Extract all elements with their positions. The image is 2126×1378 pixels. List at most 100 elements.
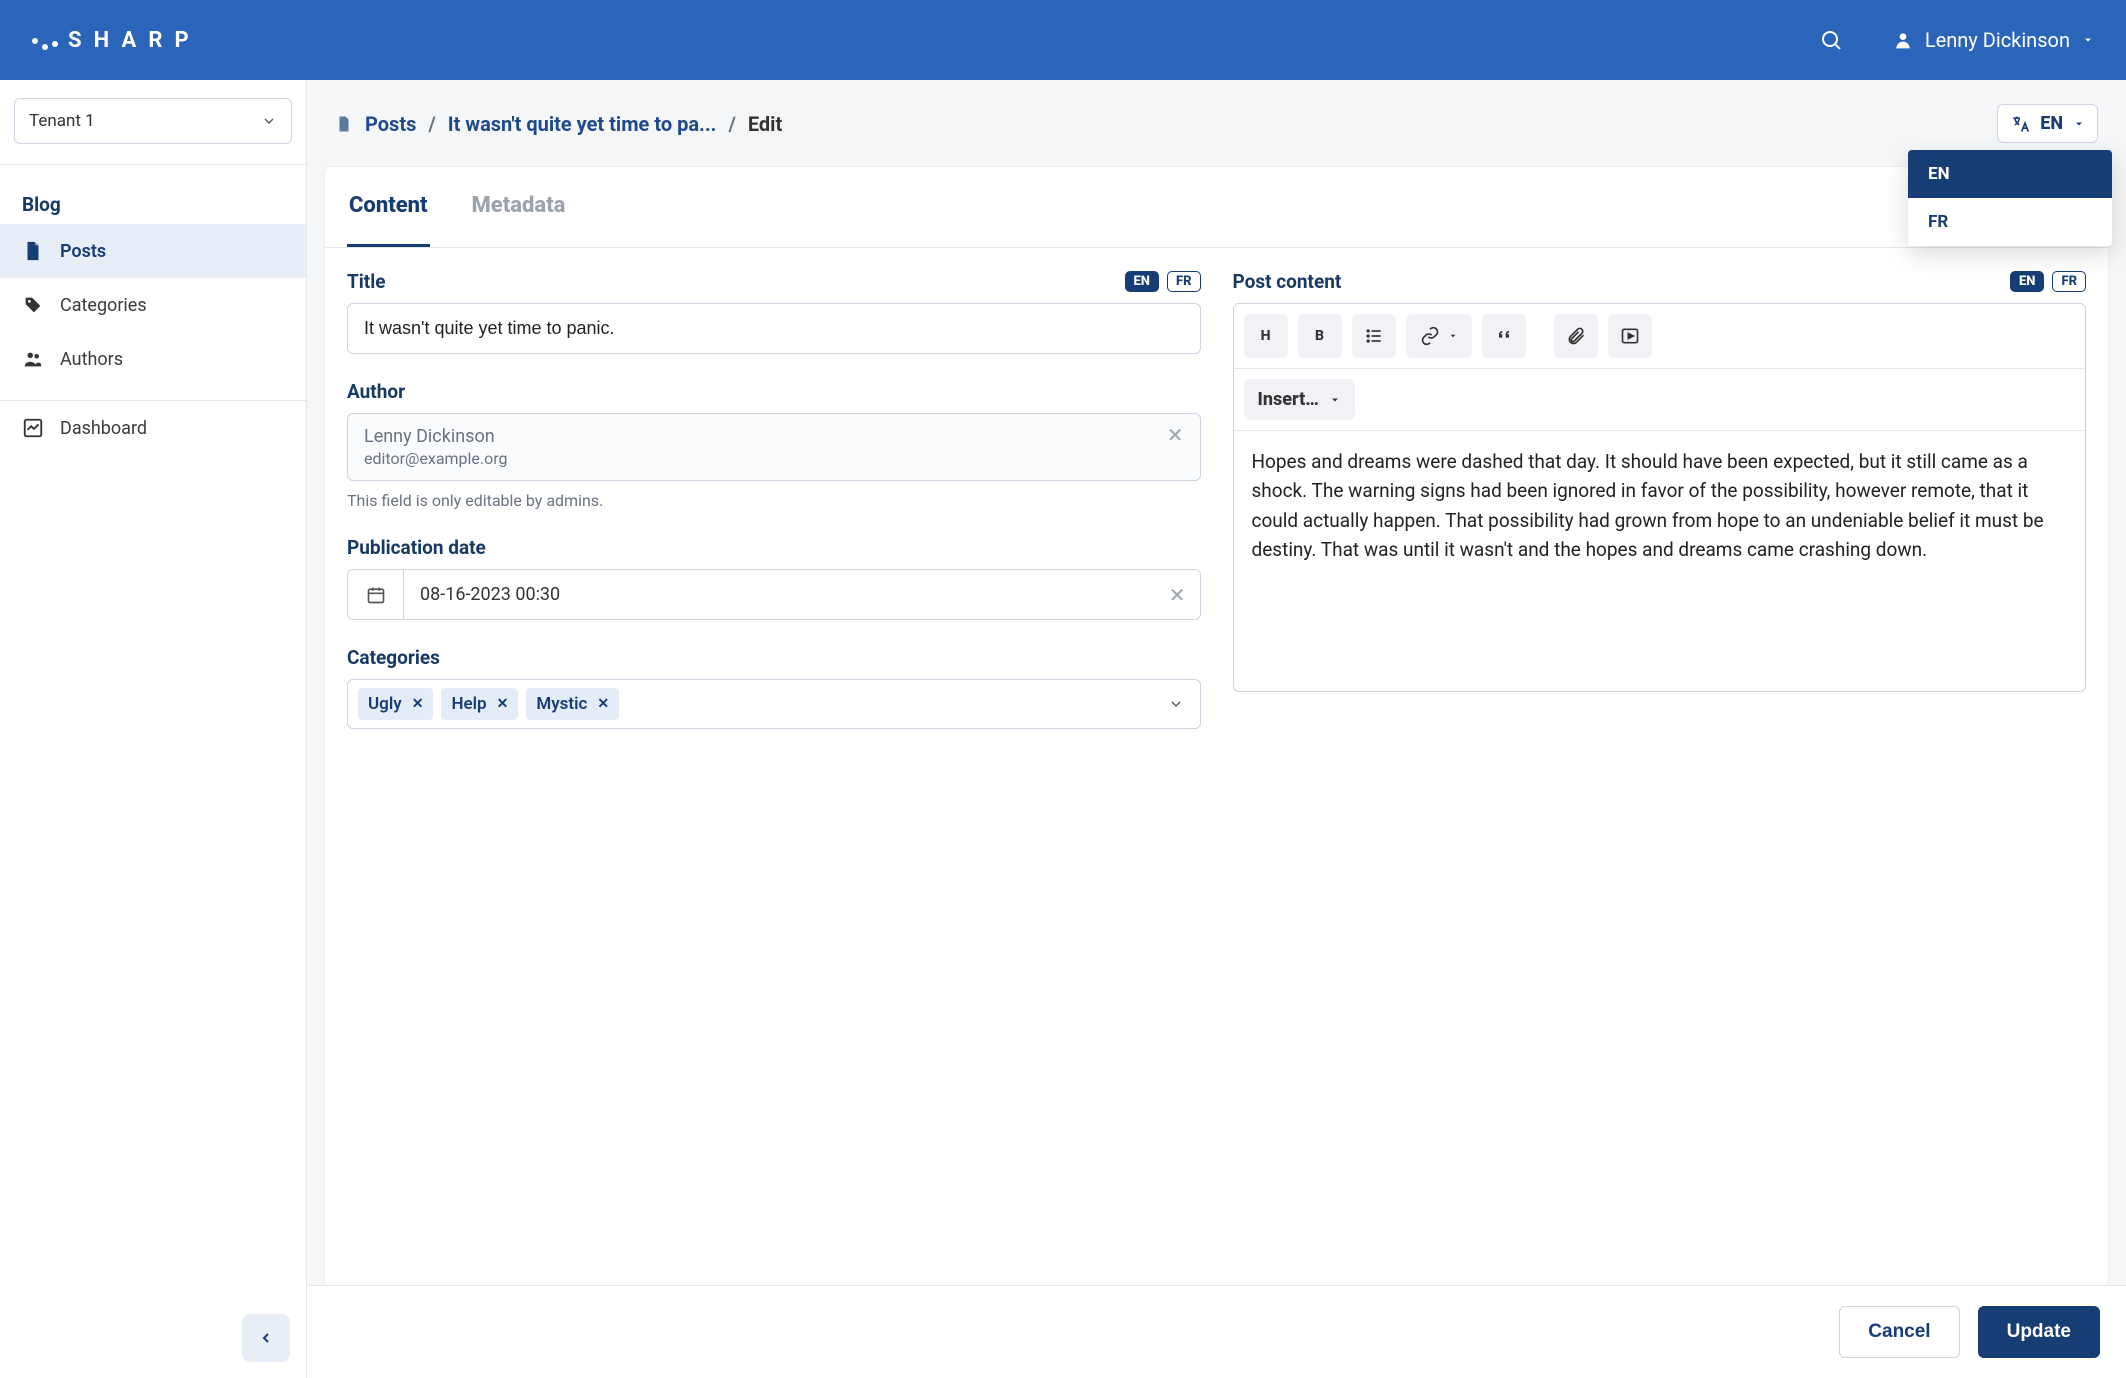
sidebar-item-authors[interactable]: Authors — [0, 332, 306, 386]
form-footer: Cancel Update — [307, 1285, 2126, 1378]
field-categories: Categories Ugly✕ Help✕ Mystic✕ — [347, 646, 1201, 729]
author-clear[interactable]: ✕ — [1167, 423, 1184, 447]
tab-metadata[interactable]: Metadata — [470, 167, 568, 247]
form-left-column: Title EN FR Author L — [347, 270, 1201, 755]
tags-icon — [22, 294, 44, 316]
categories-label: Categories — [347, 646, 1201, 669]
chevron-down-icon — [261, 113, 277, 129]
field-title: Title EN FR — [347, 270, 1201, 354]
category-remove[interactable]: ✕ — [412, 696, 424, 712]
user-icon — [1893, 30, 1913, 50]
link-icon — [1420, 326, 1440, 346]
chart-icon — [22, 417, 44, 439]
sidebar-item-label: Dashboard — [60, 418, 147, 439]
author-helper: This field is only editable by admins. — [347, 491, 1201, 510]
sidebar-item-posts[interactable]: Posts — [0, 224, 306, 278]
content-lang-en[interactable]: EN — [2010, 271, 2044, 292]
topbar: SHARP Lenny Dickinson — [0, 0, 2126, 80]
list-icon — [1364, 326, 1384, 346]
tenant-select[interactable]: Tenant 1 — [14, 98, 292, 144]
brand-text: SHARP — [68, 28, 201, 53]
editor-heading-button[interactable]: H — [1244, 314, 1288, 358]
field-author: Author Lenny Dickinson editor@example.or… — [347, 380, 1201, 510]
sidebar-item-label: Posts — [60, 241, 106, 262]
sidebar-group-blog: Blog — [0, 164, 306, 224]
form-card: Content Metadata Title EN FR — [325, 167, 2108, 1285]
sidebar-collapse-button[interactable] — [242, 1314, 290, 1362]
chevron-down-icon — [1448, 331, 1458, 341]
search-button[interactable] — [1819, 28, 1843, 52]
editor-list-button[interactable] — [1352, 314, 1396, 358]
title-label: Title — [347, 270, 386, 293]
author-label: Author — [347, 380, 1201, 403]
language-current: EN — [2040, 113, 2063, 134]
search-icon — [1819, 28, 1843, 52]
title-lang-en[interactable]: EN — [1125, 271, 1159, 292]
chevron-down-icon — [1329, 394, 1341, 406]
brand: SHARP — [32, 28, 201, 53]
content-lang-fr[interactable]: FR — [2052, 271, 2086, 292]
pubdate-label: Publication date — [347, 536, 1201, 559]
user-name: Lenny Dickinson — [1925, 28, 2070, 52]
field-content: Post content EN FR H B — [1233, 270, 2087, 692]
form-right-column: Post content EN FR H B — [1233, 270, 2087, 755]
language-option-fr[interactable]: FR — [1908, 198, 2112, 246]
pubdate-value: 08-16-2023 00:30 — [404, 570, 1200, 619]
chevron-down-icon — [2082, 34, 2094, 46]
document-icon — [22, 240, 44, 262]
breadcrumb-row: Posts / It wasn't quite yet time to pa..… — [307, 80, 2126, 151]
tabs: Content Metadata — [325, 167, 2108, 248]
quote-icon — [1494, 326, 1514, 346]
breadcrumb-current: Edit — [748, 112, 782, 136]
editor-video-button[interactable] — [1608, 314, 1652, 358]
sidebar-item-label: Authors — [60, 349, 123, 370]
translate-icon — [2010, 114, 2030, 134]
editor-toolbar: H B — [1234, 304, 2086, 369]
editor: H B — [1233, 303, 2087, 692]
breadcrumb: Posts / It wasn't quite yet time to pa..… — [335, 112, 782, 136]
chevron-left-icon — [258, 1330, 274, 1346]
category-remove[interactable]: ✕ — [497, 696, 509, 712]
sidebar: Tenant 1 Blog Posts Categories Authors D… — [0, 80, 307, 1378]
pubdate-clear[interactable]: ✕ — [1169, 583, 1186, 607]
title-input[interactable] — [347, 303, 1201, 354]
calendar-icon — [348, 570, 404, 619]
user-menu[interactable]: Lenny Dickinson — [1893, 28, 2094, 52]
author-name: Lenny Dickinson — [364, 426, 508, 447]
sidebar-item-label: Categories — [60, 295, 147, 316]
breadcrumb-root[interactable]: Posts — [365, 112, 416, 136]
brand-dots-icon — [32, 30, 58, 50]
language-option-en[interactable]: EN — [1908, 150, 2112, 198]
chevron-down-icon — [2073, 118, 2085, 130]
play-box-icon — [1620, 326, 1640, 346]
editor-bold-button[interactable]: B — [1298, 314, 1342, 358]
category-tag: Help✕ — [441, 688, 518, 720]
chevron-down-icon — [1168, 696, 1184, 712]
tab-content[interactable]: Content — [347, 167, 430, 247]
sidebar-item-categories[interactable]: Categories — [0, 278, 306, 332]
categories-select[interactable]: Ugly✕ Help✕ Mystic✕ — [347, 679, 1201, 729]
pubdate-input[interactable]: 08-16-2023 00:30 ✕ — [347, 569, 1201, 620]
update-button[interactable]: Update — [1978, 1306, 2100, 1358]
author-select[interactable]: Lenny Dickinson editor@example.org ✕ — [347, 413, 1201, 481]
category-tag: Mystic✕ — [526, 688, 619, 720]
tenant-label: Tenant 1 — [29, 111, 95, 131]
language-menu: EN FR — [1908, 150, 2112, 246]
content-label: Post content — [1233, 270, 1342, 293]
document-icon — [335, 113, 353, 135]
language-button[interactable]: EN — [1997, 104, 2098, 143]
editor-insert-button[interactable]: Insert… — [1244, 379, 1355, 420]
paperclip-icon — [1566, 326, 1586, 346]
category-remove[interactable]: ✕ — [597, 696, 609, 712]
main: Posts / It wasn't quite yet time to pa..… — [307, 80, 2126, 1378]
title-lang-fr[interactable]: FR — [1167, 271, 1201, 292]
editor-body[interactable]: Hopes and dreams were dashed that day. I… — [1234, 431, 2086, 691]
breadcrumb-title[interactable]: It wasn't quite yet time to pa... — [448, 112, 717, 136]
editor-quote-button[interactable] — [1482, 314, 1526, 358]
editor-attachment-button[interactable] — [1554, 314, 1598, 358]
sidebar-item-dashboard[interactable]: Dashboard — [0, 401, 306, 455]
editor-link-button[interactable] — [1406, 314, 1472, 358]
author-email: editor@example.org — [364, 449, 508, 468]
category-tag: Ugly✕ — [358, 688, 433, 720]
cancel-button[interactable]: Cancel — [1839, 1306, 1959, 1358]
